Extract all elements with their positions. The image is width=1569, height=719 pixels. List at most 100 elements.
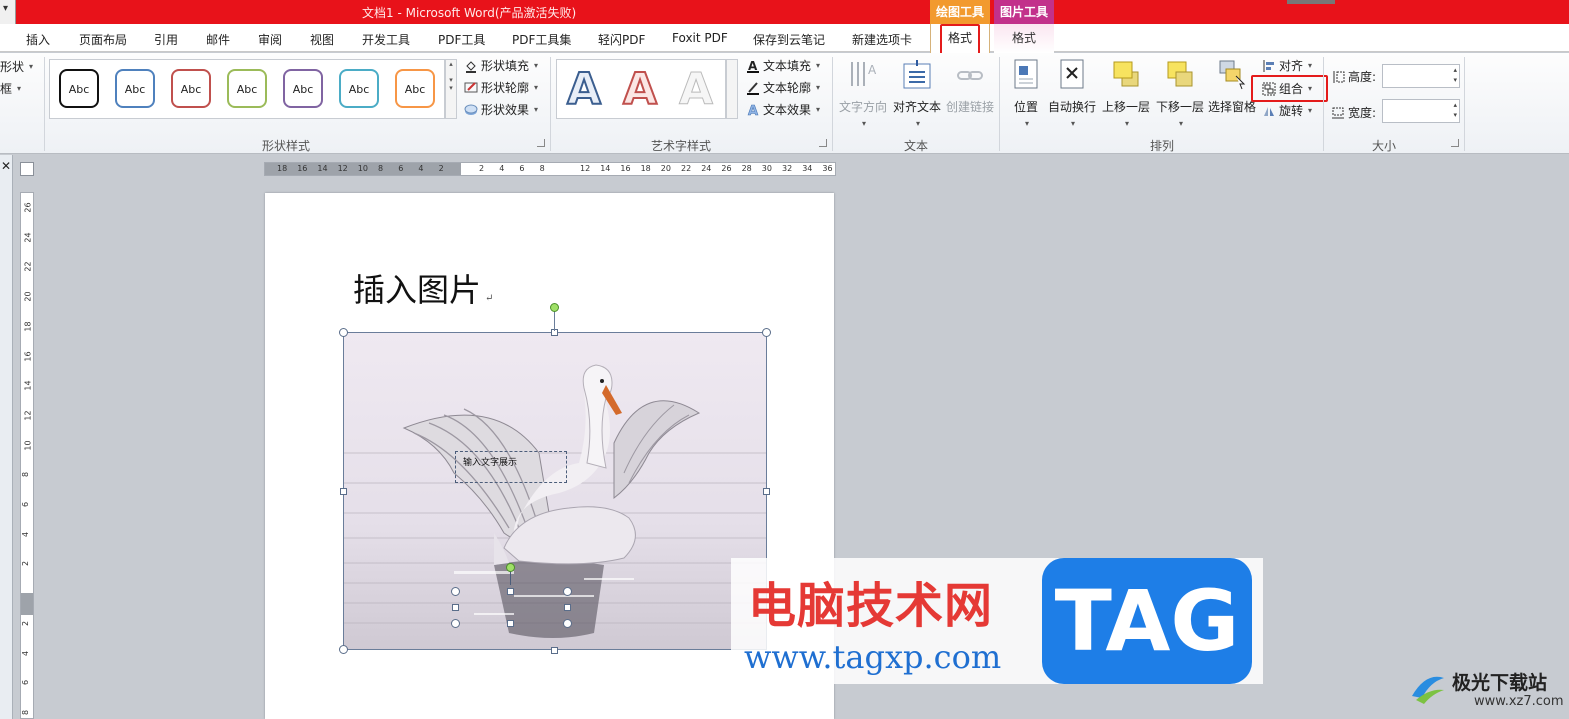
resize-handle-nw[interactable] — [339, 328, 348, 337]
text-effects-button[interactable]: A 文本效果 ▾ — [746, 101, 820, 118]
create-link-label: 创建链接 — [945, 100, 994, 114]
quick-access-dropdown[interactable] — [0, 0, 16, 24]
tab-foxit-pdf[interactable]: Foxit PDF — [672, 31, 728, 45]
ruler-number: 6 — [21, 501, 31, 508]
swan-picture[interactable] — [344, 333, 767, 650]
resize-handle-sw[interactable] — [339, 645, 348, 654]
ruler-number: 8 — [21, 709, 31, 715]
tab-review[interactable]: 审阅 — [258, 31, 282, 48]
close-icon[interactable]: ✕ — [1, 159, 11, 173]
text-outline-icon — [747, 81, 759, 95]
textbox-handle-s[interactable] — [507, 620, 514, 627]
textbox-handle-e[interactable] — [564, 604, 571, 611]
wordart-style-3[interactable]: A — [678, 64, 713, 116]
aurora-logo-icon — [1412, 676, 1444, 704]
window-button[interactable] — [1287, 0, 1335, 4]
shape-styles-scroll[interactable]: ▴ ▾ ▾ — [445, 59, 457, 119]
align-button[interactable]: 对齐 ▾ — [1262, 57, 1312, 74]
tab-save-to-cloud-notes[interactable]: 保存到云笔记 — [753, 31, 825, 48]
text-outline-label: 文本轮廓 — [763, 81, 812, 95]
align-text-button[interactable]: 对齐文本 ▾ — [891, 58, 943, 129]
tab-picture-format[interactable]: 格式 — [994, 24, 1054, 53]
send-backward-label: 下移一层 — [1155, 100, 1204, 114]
group-label-size: 大小 — [1372, 139, 1397, 153]
shape-outline-button[interactable]: 形状轮廓 ▾ — [464, 79, 538, 96]
tab-mailings[interactable]: 邮件 — [206, 31, 230, 48]
ruler-number: 34 — [802, 164, 813, 173]
textbox-handle-n[interactable] — [507, 588, 514, 595]
shape-outline-label: 形状轮廓 — [481, 81, 530, 95]
shape-fill-button[interactable]: 形状填充 ▾ — [464, 57, 538, 74]
vertical-ruler[interactable]: 26 24 22 20 18 16 14 12 10 8 6 4 2 2 4 6 8 — [20, 192, 34, 719]
shape-styles-launcher[interactable] — [537, 139, 545, 147]
shape-style-3[interactable]: Abc — [171, 69, 211, 108]
shape-style-6[interactable]: Abc — [339, 69, 379, 108]
wordart-scroll[interactable] — [726, 59, 738, 119]
tab-view[interactable]: 视图 — [310, 31, 334, 48]
tab-developer[interactable]: 开发工具 — [362, 31, 410, 48]
ribbon-tabs: 插入 页面布局 引用 邮件 审阅 视图 开发工具 PDF工具 PDF工具集 轻闪… — [0, 24, 1569, 53]
tab-light-pdf[interactable]: 轻闪PDF — [598, 31, 645, 48]
swan-image — [344, 333, 767, 650]
ruler-number: 16 — [297, 164, 308, 173]
context-drawing-tools: 绘图工具 — [930, 0, 990, 24]
rotate-handle[interactable] — [550, 303, 559, 312]
textbox-handle-sw[interactable] — [451, 619, 460, 628]
ruler-number: 10 — [357, 164, 368, 173]
text-box-partial[interactable]: 框 ▾ — [0, 80, 21, 97]
textbox-handle-ne[interactable] — [563, 587, 572, 596]
shape-label: 形状 — [0, 60, 25, 74]
textbox-handle-w[interactable] — [452, 604, 459, 611]
create-link-button[interactable]: 创建链接 — [945, 58, 995, 115]
document-heading[interactable]: 插入图片 ↵ — [353, 265, 493, 311]
tab-page-layout[interactable]: 页面布局 — [79, 31, 127, 48]
tab-pdf-tools[interactable]: PDF工具 — [438, 31, 485, 48]
position-button[interactable]: 位置 ▾ — [1008, 58, 1044, 129]
textbox-rotate-handle[interactable] — [506, 563, 515, 572]
height-input[interactable]: ▴ ▾ — [1382, 64, 1460, 88]
shape-style-2[interactable]: Abc — [115, 69, 155, 108]
group-label-wordart: 艺术字样式 — [651, 139, 712, 153]
wordart-style-1[interactable]: A — [566, 63, 602, 116]
rotate-button[interactable]: 旋转 ▾ — [1262, 102, 1312, 119]
tab-insert[interactable]: 插入 — [26, 31, 50, 48]
resize-handle-e[interactable] — [763, 488, 770, 495]
tab-pdf-toolset[interactable]: PDF工具集 — [512, 31, 571, 48]
resize-handle-w[interactable] — [340, 488, 347, 495]
width-input[interactable]: ▴ ▾ — [1382, 99, 1460, 123]
ruler-number: 2 — [438, 164, 444, 173]
ruler-number: 2 — [21, 561, 31, 567]
shape-style-7[interactable]: Abc — [395, 69, 435, 108]
text-outline-button[interactable]: 文本轮廓 ▾ — [746, 79, 820, 96]
group-label-text: 文本 — [904, 139, 929, 153]
ruler-number: 22 — [681, 164, 692, 173]
resize-handle-ne[interactable] — [762, 328, 771, 337]
send-backward-button[interactable]: 下移一层 ▾ — [1155, 58, 1205, 129]
wrap-text-button[interactable]: 自动换行 ▾ — [1047, 58, 1097, 129]
ruler-number: 20 — [23, 291, 33, 302]
tab-stop-selector[interactable] — [20, 162, 34, 176]
tab-new-tab[interactable]: 新建选项卡 — [852, 31, 912, 48]
shape-effects-button[interactable]: 形状效果 ▾ — [464, 101, 538, 118]
shape-style-5[interactable]: Abc — [283, 69, 323, 108]
horizontal-ruler[interactable]: 18 16 14 12 10 8 6 4 2 2 4 6 8 12 14 16 18 20 22 24 26 28 30 32… — [264, 162, 836, 176]
shape-style-1[interactable]: Abc — [59, 69, 99, 108]
wordart-launcher[interactable] — [819, 139, 827, 147]
wordart-style-2[interactable]: A — [622, 63, 658, 116]
ruler-number: 12 — [580, 164, 591, 173]
bring-forward-button[interactable]: 上移一层 ▾ — [1101, 58, 1151, 129]
width-icon — [1332, 107, 1344, 118]
textbox-handle-se[interactable] — [563, 619, 572, 628]
insert-shape-partial[interactable]: 形状 ▾ — [0, 58, 33, 75]
size-launcher[interactable] — [1451, 139, 1459, 147]
text-direction-button[interactable]: A 文字方向 ▾ — [838, 58, 888, 129]
textbox-handle-nw[interactable] — [451, 587, 460, 596]
rotate-label: 旋转 — [1279, 104, 1304, 118]
resize-handle-s[interactable] — [551, 647, 558, 654]
text-box[interactable]: 输入文字展示 — [455, 451, 567, 483]
shape-style-4[interactable]: Abc — [227, 69, 267, 108]
text-fill-button[interactable]: A 文本填充 ▾ — [746, 57, 820, 74]
selection-pane-button[interactable]: 选择窗格 — [1207, 58, 1257, 115]
tab-references[interactable]: 引用 — [154, 31, 178, 48]
heading-text: 插入图片 — [353, 271, 482, 309]
